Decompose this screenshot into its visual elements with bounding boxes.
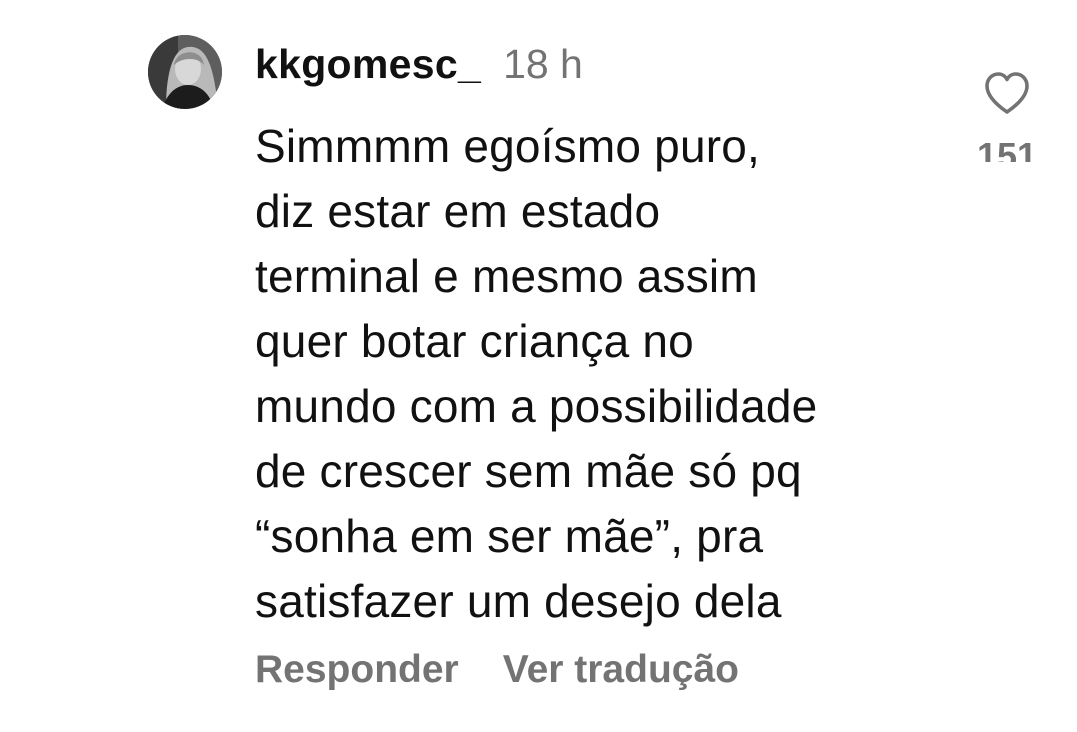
comment-text-line: mundo com a possibilidade xyxy=(255,380,818,432)
translate-button[interactable]: Ver tradução xyxy=(503,648,739,692)
avatar[interactable] xyxy=(148,35,222,109)
reply-button[interactable]: Responder xyxy=(255,648,459,692)
comment-header: kkgomesc_ 18 h xyxy=(255,36,583,92)
like-button[interactable] xyxy=(983,70,1031,116)
comment-text-line: “sonha em ser mãe”, pra xyxy=(255,510,764,562)
comment-text-line: diz estar em estado xyxy=(255,185,661,237)
comment-text-line: Simmmm egoísmo puro, xyxy=(255,120,761,172)
comment-timestamp: 18 h xyxy=(503,40,583,87)
username-link[interactable]: kkgomesc_ xyxy=(255,41,481,88)
comment-text: Simmmm egoísmo puro, diz estar em estado… xyxy=(255,114,955,634)
like-count: 151 xyxy=(976,136,1038,162)
comment-text-line: de crescer sem mãe só pq xyxy=(255,445,802,497)
comment-text-line: terminal e mesmo assim xyxy=(255,250,758,302)
comment-text-line: satisfazer um desejo dela xyxy=(255,575,782,627)
heart-outline-icon xyxy=(985,72,1029,114)
comment-actions: Responder Ver tradução xyxy=(255,640,739,700)
profile-photo xyxy=(148,35,222,109)
comment-text-line: quer botar criança no xyxy=(255,315,694,367)
